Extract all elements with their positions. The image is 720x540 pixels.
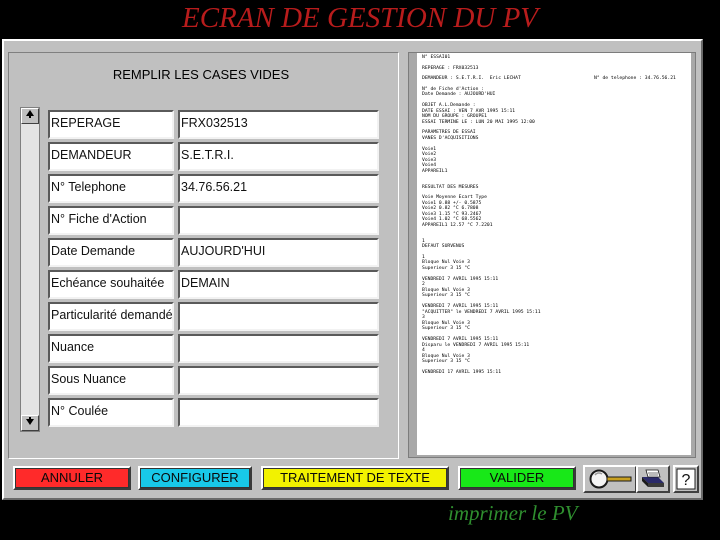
traitement-texte-button[interactable]: TRAITEMENT DE TEXTE xyxy=(261,466,449,490)
pv-line: DEMANDEUR : S.E.T.R.I. Eric LECHAT N° de … xyxy=(422,76,691,82)
form-row-sous-nuance: Sous Nuance xyxy=(48,365,380,397)
field-label: Date Demande xyxy=(48,238,174,267)
field-label: N° Coulée xyxy=(48,398,174,427)
pv-line: APPAREIL1 12.57 °C 7.2201 xyxy=(422,223,493,229)
form-row-demandeur: DEMANDEUR S.E.T.R.I. xyxy=(48,141,380,173)
field-label: REPERAGE xyxy=(48,110,174,139)
screen-title: ECRAN DE GESTION DU PV xyxy=(181,2,539,34)
telephone-field[interactable]: 34.76.56.21 xyxy=(178,174,379,203)
fiche-action-field[interactable] xyxy=(178,206,379,235)
echeance-field[interactable]: DEMAIN xyxy=(178,270,379,299)
field-label: Sous Nuance xyxy=(48,366,174,395)
scroll-up-button[interactable] xyxy=(21,108,39,124)
traitement-texte-label: TRAITEMENT DE TEXTE xyxy=(263,468,447,488)
help-glyph: ? xyxy=(682,472,691,489)
annuler-button[interactable]: ANNULER xyxy=(13,466,131,490)
pv-demandeur: DEMANDEUR : S.E.T.R.I. Eric LECHAT xyxy=(422,76,521,82)
pv-line: Superieur 3 15 °C xyxy=(422,326,470,332)
form-panel: REMPLIR LES CASES VIDES REPERAGE FRX0325… xyxy=(8,52,399,459)
bottom-toolbar: ANNULER CONFIGURER TRAITEMENT DE TEXTE V… xyxy=(9,462,699,496)
help-button[interactable]: ? xyxy=(673,465,699,493)
field-label: Echéance souhaitée xyxy=(48,270,174,299)
form-row-date-demande: Date Demande AUJOURD'HUI xyxy=(48,237,380,269)
pv-line: Superieur 3 15 °C xyxy=(422,266,470,272)
scroll-up-icon xyxy=(26,110,34,118)
preview-button[interactable] xyxy=(583,465,637,493)
magnifier-icon xyxy=(589,469,632,489)
pv-line: REPERAGE : FRX032513 xyxy=(422,65,479,71)
valider-label: VALIDER xyxy=(460,468,574,488)
coulee-field[interactable] xyxy=(178,398,379,427)
pv-line: Superieur 3 15 °C xyxy=(422,293,470,299)
pv-document[interactable]: N° ESSAI01 REPERAGE : FRX032513 DEMANDEU… xyxy=(417,53,691,455)
form-rows: REPERAGE FRX032513 DEMANDEUR S.E.T.R.I. … xyxy=(48,109,380,429)
configurer-label: CONFIGURER xyxy=(140,468,250,488)
form-row-echeance: Echéance souhaitée DEMAIN xyxy=(48,269,380,301)
form-row-fiche-action: N° Fiche d'Action xyxy=(48,205,380,237)
pv-line: APPAREIL1 xyxy=(422,168,448,174)
nuance-field[interactable] xyxy=(178,334,379,363)
form-scrollbar[interactable] xyxy=(20,107,40,432)
field-label: Particularité demandée xyxy=(48,302,174,331)
form-row-reperage: REPERAGE FRX032513 xyxy=(48,109,380,141)
print-button[interactable] xyxy=(636,465,670,493)
pv-line: N° ESSAI01 xyxy=(422,55,451,60)
form-heading: REMPLIR LES CASES VIDES xyxy=(112,67,290,82)
print-icon xyxy=(642,469,664,487)
pv-line: RESULTAT DES MESURES xyxy=(422,184,479,190)
scroll-down-icon xyxy=(26,417,34,425)
pv-telephone: N° de telephone : 34.76.56.21 xyxy=(594,76,676,82)
date-demande-field[interactable]: AUJOURD'HUI xyxy=(178,238,379,267)
configurer-button[interactable]: CONFIGURER xyxy=(138,466,252,490)
field-label: Nuance xyxy=(48,334,174,363)
form-row-coulee: N° Coulée xyxy=(48,397,380,429)
field-label: DEMANDEUR xyxy=(48,142,174,171)
pv-line: DEFAUT SURVENUS xyxy=(422,244,465,250)
valider-button[interactable]: VALIDER xyxy=(458,466,576,490)
form-row-telephone: N° Telephone 34.76.56.21 xyxy=(48,173,380,205)
reperage-field[interactable]: FRX032513 xyxy=(178,110,379,139)
particularite-field[interactable] xyxy=(178,302,379,331)
sous-nuance-field[interactable] xyxy=(178,366,379,395)
pv-line: VANES D'ACQUISITIONS xyxy=(422,135,479,141)
form-row-particularite: Particularité demandée xyxy=(48,301,380,333)
annuler-label: ANNULER xyxy=(15,468,129,488)
field-label: N° Fiche d'Action xyxy=(48,206,174,235)
pv-line: ESSAI TERMINE LE : LUN 20 MAI 1995 12:00 xyxy=(422,119,535,125)
form-row-nuance: Nuance xyxy=(48,333,380,365)
pv-preview-panel: N° ESSAI01 REPERAGE : FRX032513 DEMANDEU… xyxy=(408,52,696,458)
pv-line: Superieur 3 15 °C xyxy=(422,359,470,365)
field-label: N° Telephone xyxy=(48,174,174,203)
scroll-down-button[interactable] xyxy=(21,415,39,431)
print-caption: imprimer le PV xyxy=(448,501,578,525)
pv-line: Date Demande : AUJOURD'HUI xyxy=(422,92,496,98)
pv-line: VENDREDI 17 AVRIL 1995 15:11 xyxy=(422,369,502,375)
help-icon: ? xyxy=(676,468,696,490)
demandeur-field[interactable]: S.E.T.R.I. xyxy=(178,142,379,171)
